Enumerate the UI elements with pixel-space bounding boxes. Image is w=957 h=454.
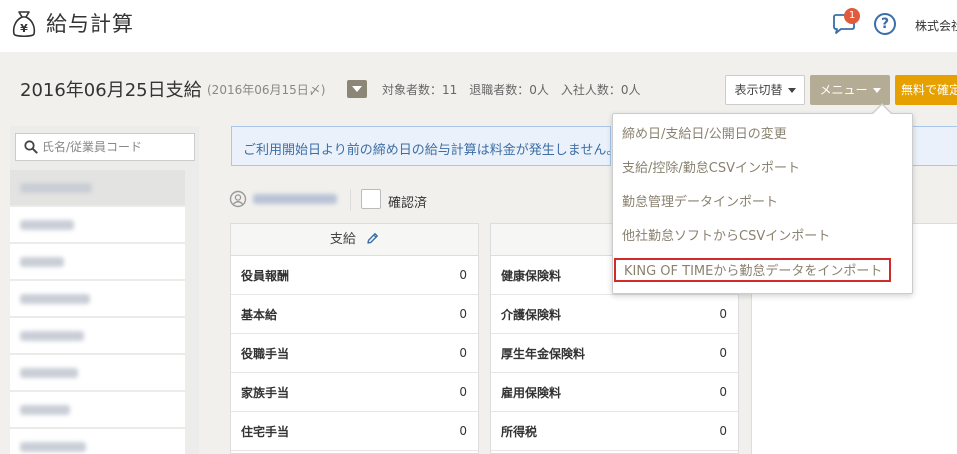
employee-name-redacted	[20, 294, 90, 304]
deduction-label: 厚生年金保険料	[501, 347, 586, 361]
deduction-label: 健康保険料	[501, 269, 562, 283]
payment-value: 0	[459, 424, 467, 438]
employee-stats: 対象者数：11 退職者数：0人 入社人数：0人	[382, 83, 641, 97]
payment-value: 0	[459, 307, 467, 321]
list-item[interactable]	[10, 355, 185, 391]
deduction-label: 介護保険料	[501, 308, 562, 322]
payment-label: 住宅手当	[241, 425, 290, 439]
list-item[interactable]	[10, 281, 185, 317]
table-row[interactable]: 役員報酬 0	[231, 256, 478, 295]
employee-name-redacted	[20, 183, 92, 193]
menu-dropdown: 締め日/支給日/公開日の変更 支給/控除/勤怠CSVインポート 勤怠管理データイ…	[612, 113, 913, 294]
table-row[interactable]: 基本給 0	[231, 295, 478, 334]
payments-header: 支給	[231, 224, 478, 256]
top-bar: ¥ 給与計算 1 ? 株式会社	[0, 0, 957, 52]
info-notice-edge	[911, 126, 957, 166]
payment-label: 役職手当	[241, 347, 290, 361]
list-item[interactable]	[10, 429, 185, 454]
view-toggle-button[interactable]: 表示切替	[725, 75, 805, 105]
employee-name-redacted	[20, 442, 86, 452]
dropdown-pointer	[873, 105, 891, 114]
menu-item-csv-import[interactable]: 支給/控除/勤怠CSVインポート	[622, 157, 903, 181]
search-input[interactable]	[42, 138, 190, 156]
employee-name-redacted	[20, 368, 78, 378]
deduction-value: 0	[719, 385, 727, 399]
menu-button[interactable]: メニュー	[810, 75, 890, 105]
list-item[interactable]	[10, 170, 185, 206]
deduction-value: 0	[719, 346, 727, 360]
employee-sidebar	[10, 126, 199, 454]
deduction-label: 雇用保険料	[501, 386, 562, 400]
menu-item-change-dates[interactable]: 締め日/支給日/公開日の変更	[622, 123, 903, 147]
employee-name-redacted	[20, 331, 84, 341]
confirmed-label: 確認済	[388, 196, 428, 211]
caret-down-icon	[787, 88, 796, 93]
deduction-label: 所得税	[501, 425, 538, 439]
menu-item-other-software-import[interactable]: 他社勤怠ソフトからCSVインポート	[622, 225, 903, 249]
divider	[350, 189, 351, 211]
payment-label: 家族手当	[241, 386, 290, 400]
caret-down-icon	[872, 88, 881, 93]
list-item[interactable]	[10, 392, 185, 428]
table-row[interactable]: 雇用保険料 0	[491, 373, 738, 412]
confirm-button[interactable]: 無料で確定	[895, 75, 957, 105]
search-box[interactable]	[15, 133, 195, 161]
payment-label: 基本給	[241, 308, 278, 322]
list-item[interactable]	[10, 318, 185, 354]
deduction-value: 0	[719, 307, 727, 321]
menu-button-label: メニュー	[819, 83, 868, 97]
pay-period-title: 2016年06月25日支給	[20, 80, 202, 101]
menu-item-attendance-import[interactable]: 勤怠管理データインポート	[622, 191, 903, 215]
svg-text:¥: ¥	[20, 22, 28, 35]
table-row[interactable]: 所得税 0	[491, 412, 738, 451]
employee-name-redacted	[253, 194, 337, 204]
table-row[interactable]: 厚生年金保険料 0	[491, 334, 738, 373]
employee-name-redacted	[20, 220, 74, 230]
company-name[interactable]: 株式会社	[915, 17, 957, 34]
info-notice: ご利用開始日より前の締め日の給与計算は料金が発生しません。	[231, 126, 611, 166]
employee-name-redacted	[20, 405, 70, 415]
user-avatar-icon	[229, 190, 247, 208]
view-toggle-label: 表示切替	[734, 83, 783, 97]
table-row[interactable]: 住宅手当 0	[231, 412, 478, 451]
list-item[interactable]	[10, 244, 185, 280]
list-item[interactable]	[10, 207, 185, 243]
table-row[interactable]: 役職手当 0	[231, 334, 478, 373]
payment-value: 0	[459, 268, 467, 282]
payments-header-label: 支給	[329, 232, 356, 247]
confirmed-checkbox[interactable]	[361, 189, 381, 209]
menu-item-king-of-time-import[interactable]: KING OF TIMEから勤怠データをインポート	[614, 258, 891, 282]
search-icon	[24, 140, 38, 154]
closing-date: (2016年06月15日〆)	[207, 83, 326, 97]
pencil-icon[interactable]	[366, 232, 379, 245]
app-title: 給与計算	[46, 12, 134, 36]
payment-value: 0	[459, 385, 467, 399]
table-row[interactable]: 介護保険料 0	[491, 295, 738, 334]
payments-card: 支給 役員報酬 0 基本給 0 役職手当 0 家族手当 0 住宅手当 0	[230, 223, 479, 454]
employee-name-redacted	[20, 257, 64, 267]
money-bag-icon: ¥	[12, 11, 36, 38]
payment-value: 0	[459, 346, 467, 360]
table-row[interactable]: 家族手当 0	[231, 373, 478, 412]
deduction-value: 0	[719, 424, 727, 438]
period-dropdown-button[interactable]	[347, 80, 367, 98]
help-icon[interactable]: ?	[874, 13, 896, 35]
payment-label: 役員報酬	[241, 269, 290, 283]
notification-badge: 1	[844, 8, 860, 24]
